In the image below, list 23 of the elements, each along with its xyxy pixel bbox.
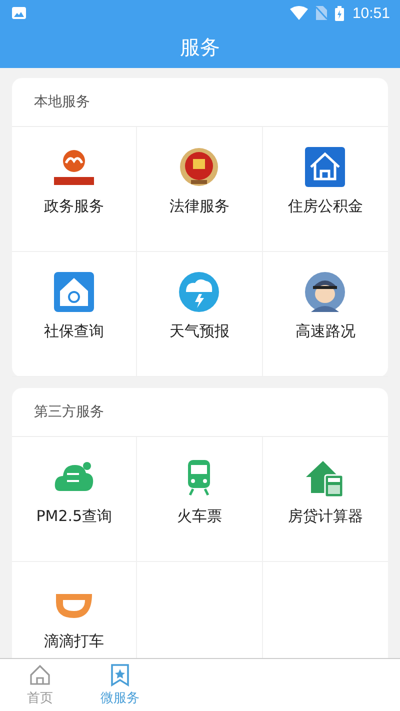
service-tile[interactable]: 房贷计算器 — [262, 437, 388, 562]
wifi-icon — [290, 6, 308, 20]
officer-icon — [303, 270, 348, 314]
service-tile[interactable]: 天气预报 — [137, 252, 263, 377]
clock: 10:51 — [352, 4, 390, 22]
bookmark-icon — [108, 663, 132, 687]
house-icon — [303, 145, 348, 189]
home-icon — [28, 663, 52, 687]
home-badge-icon — [52, 270, 96, 314]
service-tile[interactable]: 住房公积金 — [262, 127, 388, 252]
service-tile[interactable]: 高速路况 — [262, 252, 388, 377]
service-tile[interactable]: 社保查询 — [12, 252, 138, 377]
storm-cloud-icon — [177, 270, 222, 314]
section-title: 第三方服务 — [34, 403, 104, 421]
service-tile[interactable]: 政务服务 — [12, 127, 138, 252]
service-tile[interactable]: PM2.5查询 — [12, 437, 138, 562]
gallery-icon — [12, 7, 26, 19]
service-tile[interactable]: 法律服务 — [137, 127, 263, 252]
service-tile[interactable]: 火车票 — [137, 437, 263, 562]
no-sim-icon — [316, 6, 328, 20]
page-title: 服务 — [180, 34, 220, 60]
section-title: 本地服务 — [34, 93, 90, 111]
battery-icon — [335, 6, 344, 20]
